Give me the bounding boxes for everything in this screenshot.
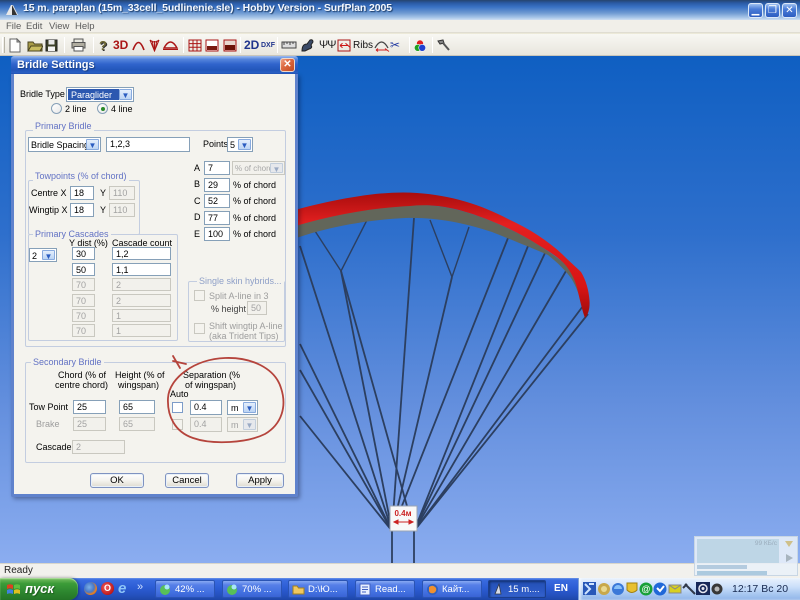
svg-text:0.4м: 0.4м [394,509,411,518]
svg-text:@: @ [641,584,650,594]
